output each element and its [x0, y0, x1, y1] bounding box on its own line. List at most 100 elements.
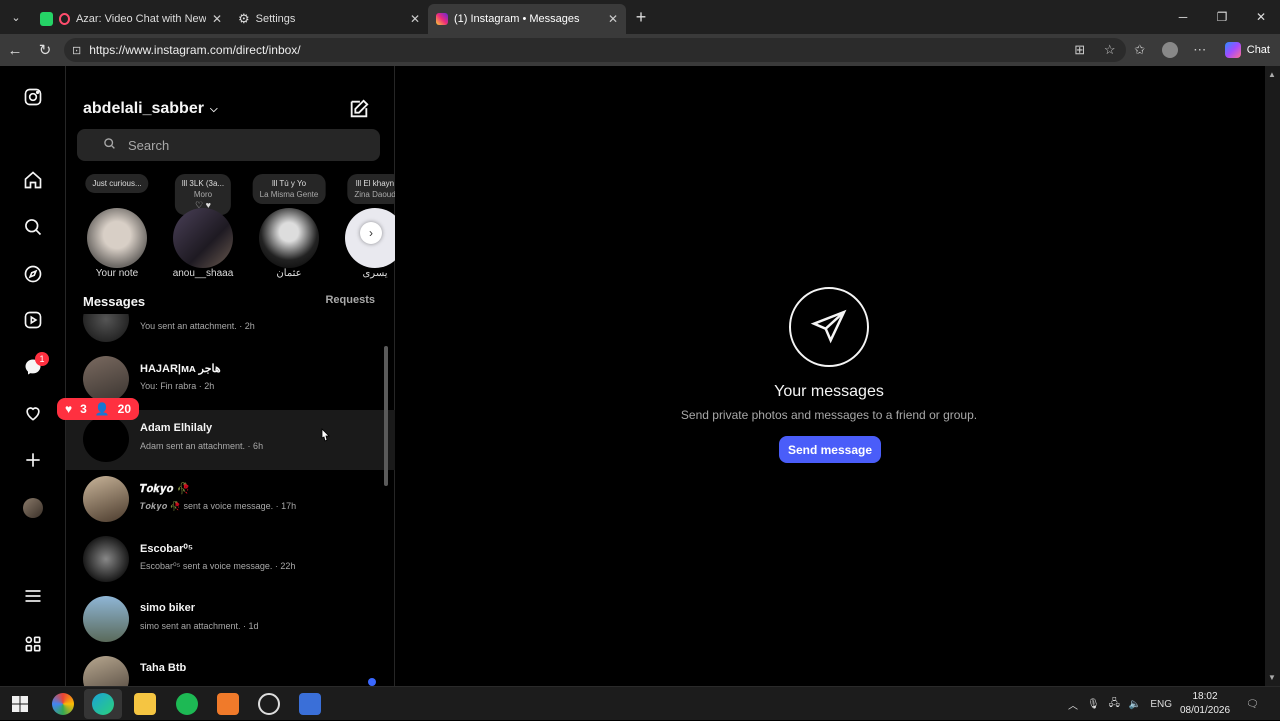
avatar: [83, 536, 129, 582]
avatar: [173, 208, 233, 268]
url-text: https://www.instagram.com/direct/inbox/: [89, 43, 301, 57]
thread-name: Escobar⁰⁵: [140, 543, 193, 555]
tab-azar[interactable]: Azar: Video Chat with New Pe ✕: [32, 4, 230, 34]
avatar: [83, 656, 129, 686]
site-info-icon[interactable]: ⊡: [72, 44, 81, 57]
notes-tray: Just curious... Your note lll 3LK (3a...…: [83, 174, 395, 284]
tab-actions-icon[interactable]: ⌄: [0, 0, 32, 34]
conversation-pane: Your messages Send private photos and me…: [395, 66, 1265, 686]
new-tab-button[interactable]: +: [626, 7, 656, 28]
list-item[interactable]: Taha Btb: [66, 650, 395, 686]
note-name: عثمان: [276, 268, 302, 279]
windows-start-icon[interactable]: [9, 693, 31, 715]
edge-icon[interactable]: [92, 693, 114, 715]
windows-taskbar: ︿ 🎙 🖧 🔈 ENG 18:02 08/01/2026 🗨: [0, 686, 1280, 720]
note-bubble: Just curious...: [85, 174, 149, 193]
home-icon[interactable]: [21, 168, 45, 192]
network-icon[interactable]: 🖧: [1109, 696, 1120, 713]
follows-count: 20: [117, 402, 132, 416]
person-icon: 👤: [94, 402, 110, 416]
close-tab-icon[interactable]: ✕: [212, 12, 222, 26]
file-explorer-icon[interactable]: [134, 693, 156, 715]
instagram-logo-icon[interactable]: [21, 85, 45, 109]
meta-apps-icon[interactable]: [21, 632, 45, 656]
more-options-icon[interactable]: ⋯: [1185, 34, 1215, 66]
note-name: Your note: [95, 268, 139, 279]
clock[interactable]: 18:02 08/01/2026: [1176, 690, 1234, 718]
obs-icon[interactable]: [258, 693, 280, 715]
heart-icon[interactable]: [21, 401, 45, 425]
thread-name: 𝑻𝒐𝒌𝒚𝒐 🥀: [140, 483, 191, 495]
thread-list-scrollbar[interactable]: [384, 346, 388, 486]
close-tab-icon[interactable]: ✕: [410, 12, 420, 26]
app-window-icon[interactable]: [299, 693, 321, 715]
spotify-icon[interactable]: [176, 693, 198, 715]
menu-hamburger-icon[interactable]: [21, 584, 45, 608]
tab-title: Settings: [255, 13, 296, 25]
note-name: يسرى: [362, 268, 388, 279]
requests-link[interactable]: Requests: [325, 294, 375, 309]
chevron-up-icon[interactable]: ︿: [1068, 697, 1078, 712]
account-switcher[interactable]: abdelali_sabber ⌵: [83, 100, 218, 118]
username-label: abdelali_sabber: [83, 100, 204, 117]
send-message-button[interactable]: Send message: [779, 436, 881, 463]
list-item[interactable]: 𝑻𝒐𝒌𝒚𝒐 🥀 𝑻𝒐𝒌𝒚𝒐 🥀 sent a voice message. · …: [66, 470, 395, 530]
app-icon[interactable]: [217, 693, 239, 715]
left-nav-rail: 1: [0, 66, 66, 686]
activity-popup[interactable]: ♥ 3 👤 20: [57, 398, 139, 420]
page-scrollbar[interactable]: ▲ ▼: [1265, 66, 1280, 686]
list-item[interactable]: simo biker simo sent an attachment. · 1d: [66, 590, 395, 650]
search-input[interactable]: Search: [77, 129, 380, 161]
favorites-icon[interactable]: ✩: [1125, 34, 1155, 66]
thread-list: You sent an attachment. · 2h HAJAR|ᴍᴀ ها…: [66, 314, 395, 686]
tab-title: (1) Instagram • Messages: [454, 13, 580, 25]
address-bar[interactable]: ⊡ https://www.instagram.com/direct/inbox…: [64, 38, 1126, 62]
volume-icon[interactable]: 🔈: [1129, 699, 1141, 710]
messages-title: Messages: [83, 294, 146, 309]
time: 18:02: [1192, 691, 1218, 702]
inbox-panel: abdelali_sabber ⌵ Search Just curious...…: [66, 66, 395, 686]
microphone-icon[interactable]: 🎙: [1087, 699, 1100, 710]
avatar: [83, 416, 129, 462]
minimize-button[interactable]: ─: [1164, 0, 1202, 34]
thread-preview: You: Fin rabra · 2h: [140, 381, 215, 391]
note-bubble: lll Tú y Yo La Misma Gente: [252, 174, 326, 204]
thread-name: HAJAR|ᴍᴀ هاجر: [140, 363, 221, 375]
close-tab-icon[interactable]: ✕: [608, 12, 618, 26]
language-indicator[interactable]: ENG: [1150, 699, 1172, 710]
new-message-icon[interactable]: [348, 98, 370, 125]
empty-state-title: Your messages: [774, 383, 884, 400]
explore-icon[interactable]: [21, 262, 45, 286]
unread-indicator: [368, 678, 376, 686]
restore-button[interactable]: ❐: [1203, 0, 1241, 34]
copilot-chat-button[interactable]: Chat: [1215, 42, 1280, 58]
paper-plane-icon: [789, 287, 869, 367]
search-icon[interactable]: [21, 215, 45, 239]
azar-icon: [58, 13, 70, 25]
messages-header: Messages Requests: [83, 294, 375, 309]
tab-settings[interactable]: ⚙ Settings ✕: [230, 4, 428, 34]
thread-name: Adam Elhilaly: [140, 422, 213, 434]
notifications-icon[interactable]: 🗨: [1246, 687, 1259, 721]
favorite-star-icon[interactable]: ☆: [1095, 34, 1125, 66]
address-toolbar: ← ↻ ⊡ https://www.instagram.com/direct/i…: [0, 34, 1280, 66]
chat-label: Chat: [1246, 44, 1270, 56]
close-window-button[interactable]: ✕: [1242, 0, 1280, 34]
chevron-right-icon[interactable]: ›: [360, 222, 382, 244]
avatar: [83, 356, 129, 402]
create-plus-icon[interactable]: [21, 448, 45, 472]
tab-instagram[interactable]: (1) Instagram • Messages ✕: [428, 4, 626, 34]
scroll-down-icon[interactable]: ▼: [1268, 673, 1276, 682]
back-arrow-icon[interactable]: ←: [0, 34, 30, 66]
list-item[interactable]: Escobar⁰⁵ Escobar⁰⁵ sent a voice message…: [66, 530, 395, 590]
profile-avatar[interactable]: [23, 498, 43, 518]
list-item[interactable]: You sent an attachment. · 2h: [66, 314, 395, 350]
system-tray: ︿ 🎙 🖧 🔈 ENG: [1068, 687, 1172, 721]
scroll-up-icon[interactable]: ▲: [1268, 70, 1276, 79]
profile-icon[interactable]: [1155, 34, 1185, 66]
app-available-icon[interactable]: ⊞: [1065, 34, 1095, 66]
chevron-down-icon: ⌵: [209, 103, 218, 115]
refresh-icon[interactable]: ↻: [30, 34, 60, 66]
reels-icon[interactable]: [21, 308, 45, 332]
chrome-icon[interactable]: [52, 693, 74, 715]
